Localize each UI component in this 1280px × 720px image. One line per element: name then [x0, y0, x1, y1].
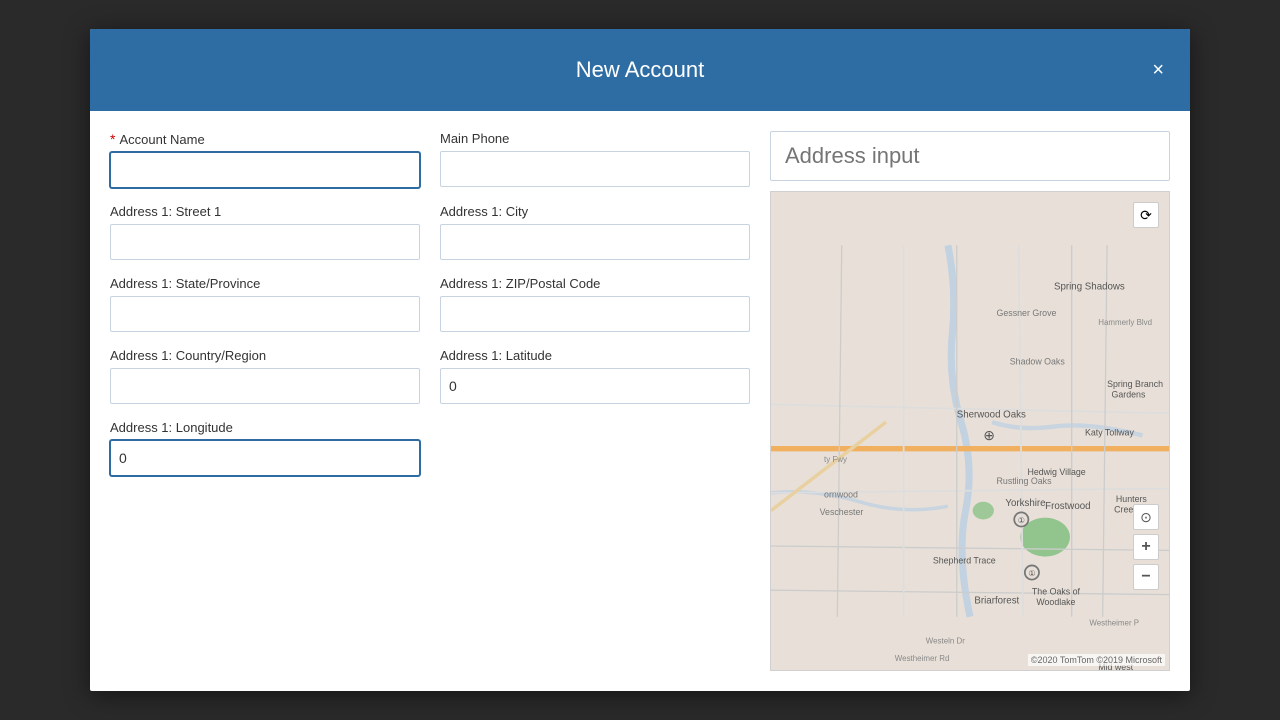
svg-text:Spring Shadows: Spring Shadows [1054, 281, 1125, 292]
map-container: Spring Shadows Gessner Grove Hammerly Bl… [770, 191, 1170, 671]
svg-text:Briarforest: Briarforest [974, 595, 1019, 606]
street1-input[interactable] [110, 224, 420, 260]
svg-text:Woodlake: Woodlake [1036, 597, 1075, 607]
close-button[interactable]: × [1144, 56, 1172, 84]
account-name-input[interactable] [110, 152, 420, 188]
modal-title: New Account [576, 57, 704, 82]
svg-text:Yorkshire: Yorkshire [1005, 498, 1045, 509]
longitude-input[interactable] [110, 440, 420, 476]
address-input[interactable] [770, 131, 1170, 181]
svg-text:Shepherd Trace: Shepherd Trace [933, 556, 996, 566]
form-section: *Account Name Main Phone Address 1: Stre… [110, 131, 750, 671]
svg-text:Katy Tollway: Katy Tollway [1085, 427, 1134, 437]
svg-text:Frostwood: Frostwood [1045, 501, 1090, 512]
svg-text:Spring Branch: Spring Branch [1107, 379, 1163, 389]
required-star: * [110, 131, 115, 147]
map-section: Spring Shadows Gessner Grove Hammerly Bl… [770, 131, 1170, 671]
modal-body: *Account Name Main Phone Address 1: Stre… [90, 111, 1190, 691]
state-input[interactable] [110, 296, 420, 332]
city-label: Address 1: City [440, 204, 750, 219]
longitude-group: Address 1: Longitude [110, 420, 420, 476]
svg-text:①: ① [1018, 516, 1025, 525]
svg-text:ty Fwy: ty Fwy [824, 455, 847, 464]
svg-text:Gardens: Gardens [1112, 389, 1146, 399]
country-input[interactable] [110, 368, 420, 404]
svg-text:⊕: ⊕ [983, 427, 995, 443]
state-group: Address 1: State/Province [110, 276, 420, 332]
zip-label: Address 1: ZIP/Postal Code [440, 276, 750, 291]
map-svg: Spring Shadows Gessner Grove Hammerly Bl… [771, 192, 1169, 670]
map-attribution: ©2020 TomTom ©2019 Microsoft [1028, 654, 1165, 666]
svg-text:Hammerly Blvd: Hammerly Blvd [1098, 318, 1152, 327]
svg-text:Rustling Oaks: Rustling Oaks [997, 476, 1053, 486]
account-name-label: *Account Name [110, 131, 420, 147]
new-account-modal: New Account × *Account Name Main Phone A… [90, 29, 1190, 691]
map-compass-button[interactable]: ⊙ [1133, 504, 1159, 530]
zip-input[interactable] [440, 296, 750, 332]
city-input[interactable] [440, 224, 750, 260]
street1-group: Address 1: Street 1 [110, 204, 420, 260]
latitude-input[interactable] [440, 368, 750, 404]
main-phone-label: Main Phone [440, 131, 750, 146]
svg-text:Sherwood Oaks: Sherwood Oaks [957, 410, 1026, 421]
svg-text:Westheimer Rd: Westheimer Rd [895, 654, 950, 663]
map-rotate-button[interactable]: ⟳ [1133, 202, 1159, 228]
svg-text:The Oaks of: The Oaks of [1032, 587, 1081, 597]
latitude-group: Address 1: Latitude [440, 348, 750, 404]
rotate-icon: ⟳ [1140, 207, 1152, 224]
svg-text:Hunters: Hunters [1116, 494, 1147, 504]
country-label: Address 1: Country/Region [110, 348, 420, 363]
svg-text:Shadow Oaks: Shadow Oaks [1010, 357, 1066, 367]
main-phone-input[interactable] [440, 151, 750, 187]
modal-header: New Account × [90, 29, 1190, 111]
map-zoom-in-button[interactable]: + [1133, 534, 1159, 560]
svg-text:①: ① [1028, 569, 1035, 578]
svg-text:Veschester: Veschester [820, 507, 864, 517]
svg-text:Westheimer P: Westheimer P [1089, 619, 1139, 628]
country-group: Address 1: Country/Region [110, 348, 420, 404]
latitude-label: Address 1: Latitude [440, 348, 750, 363]
map-zoom-out-button[interactable]: − [1133, 564, 1159, 590]
street1-label: Address 1: Street 1 [110, 204, 420, 219]
map-controls: ⊙ + − [1133, 504, 1159, 590]
zip-group: Address 1: ZIP/Postal Code [440, 276, 750, 332]
city-group: Address 1: City [440, 204, 750, 260]
state-label: Address 1: State/Province [110, 276, 420, 291]
account-name-group: *Account Name [110, 131, 420, 188]
svg-text:Gessner Grove: Gessner Grove [997, 308, 1057, 318]
longitude-label: Address 1: Longitude [110, 420, 420, 435]
main-phone-group: Main Phone [440, 131, 750, 188]
svg-text:Westeln Dr: Westeln Dr [926, 636, 965, 645]
svg-text:ornwood: ornwood [824, 489, 858, 499]
